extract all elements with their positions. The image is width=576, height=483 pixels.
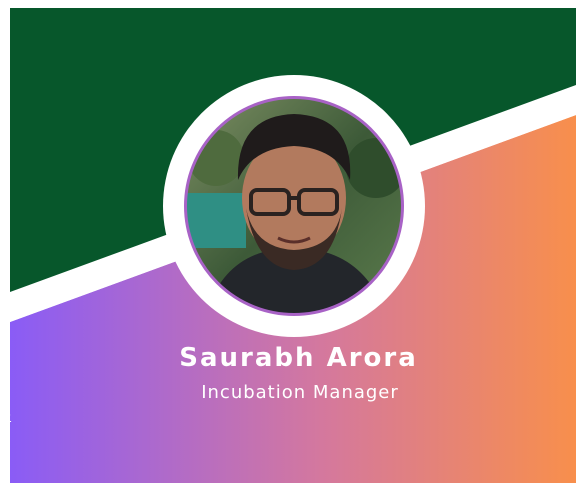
profile-name: Saurabh Arora [179,343,418,373]
edge-link[interactable]: e [0,404,11,425]
person-portrait-icon [186,98,402,314]
profile-card: Saurabh Arora Incubation Manager e [0,0,576,483]
avatar [186,98,402,314]
profile-role: Incubation Manager [201,382,399,403]
